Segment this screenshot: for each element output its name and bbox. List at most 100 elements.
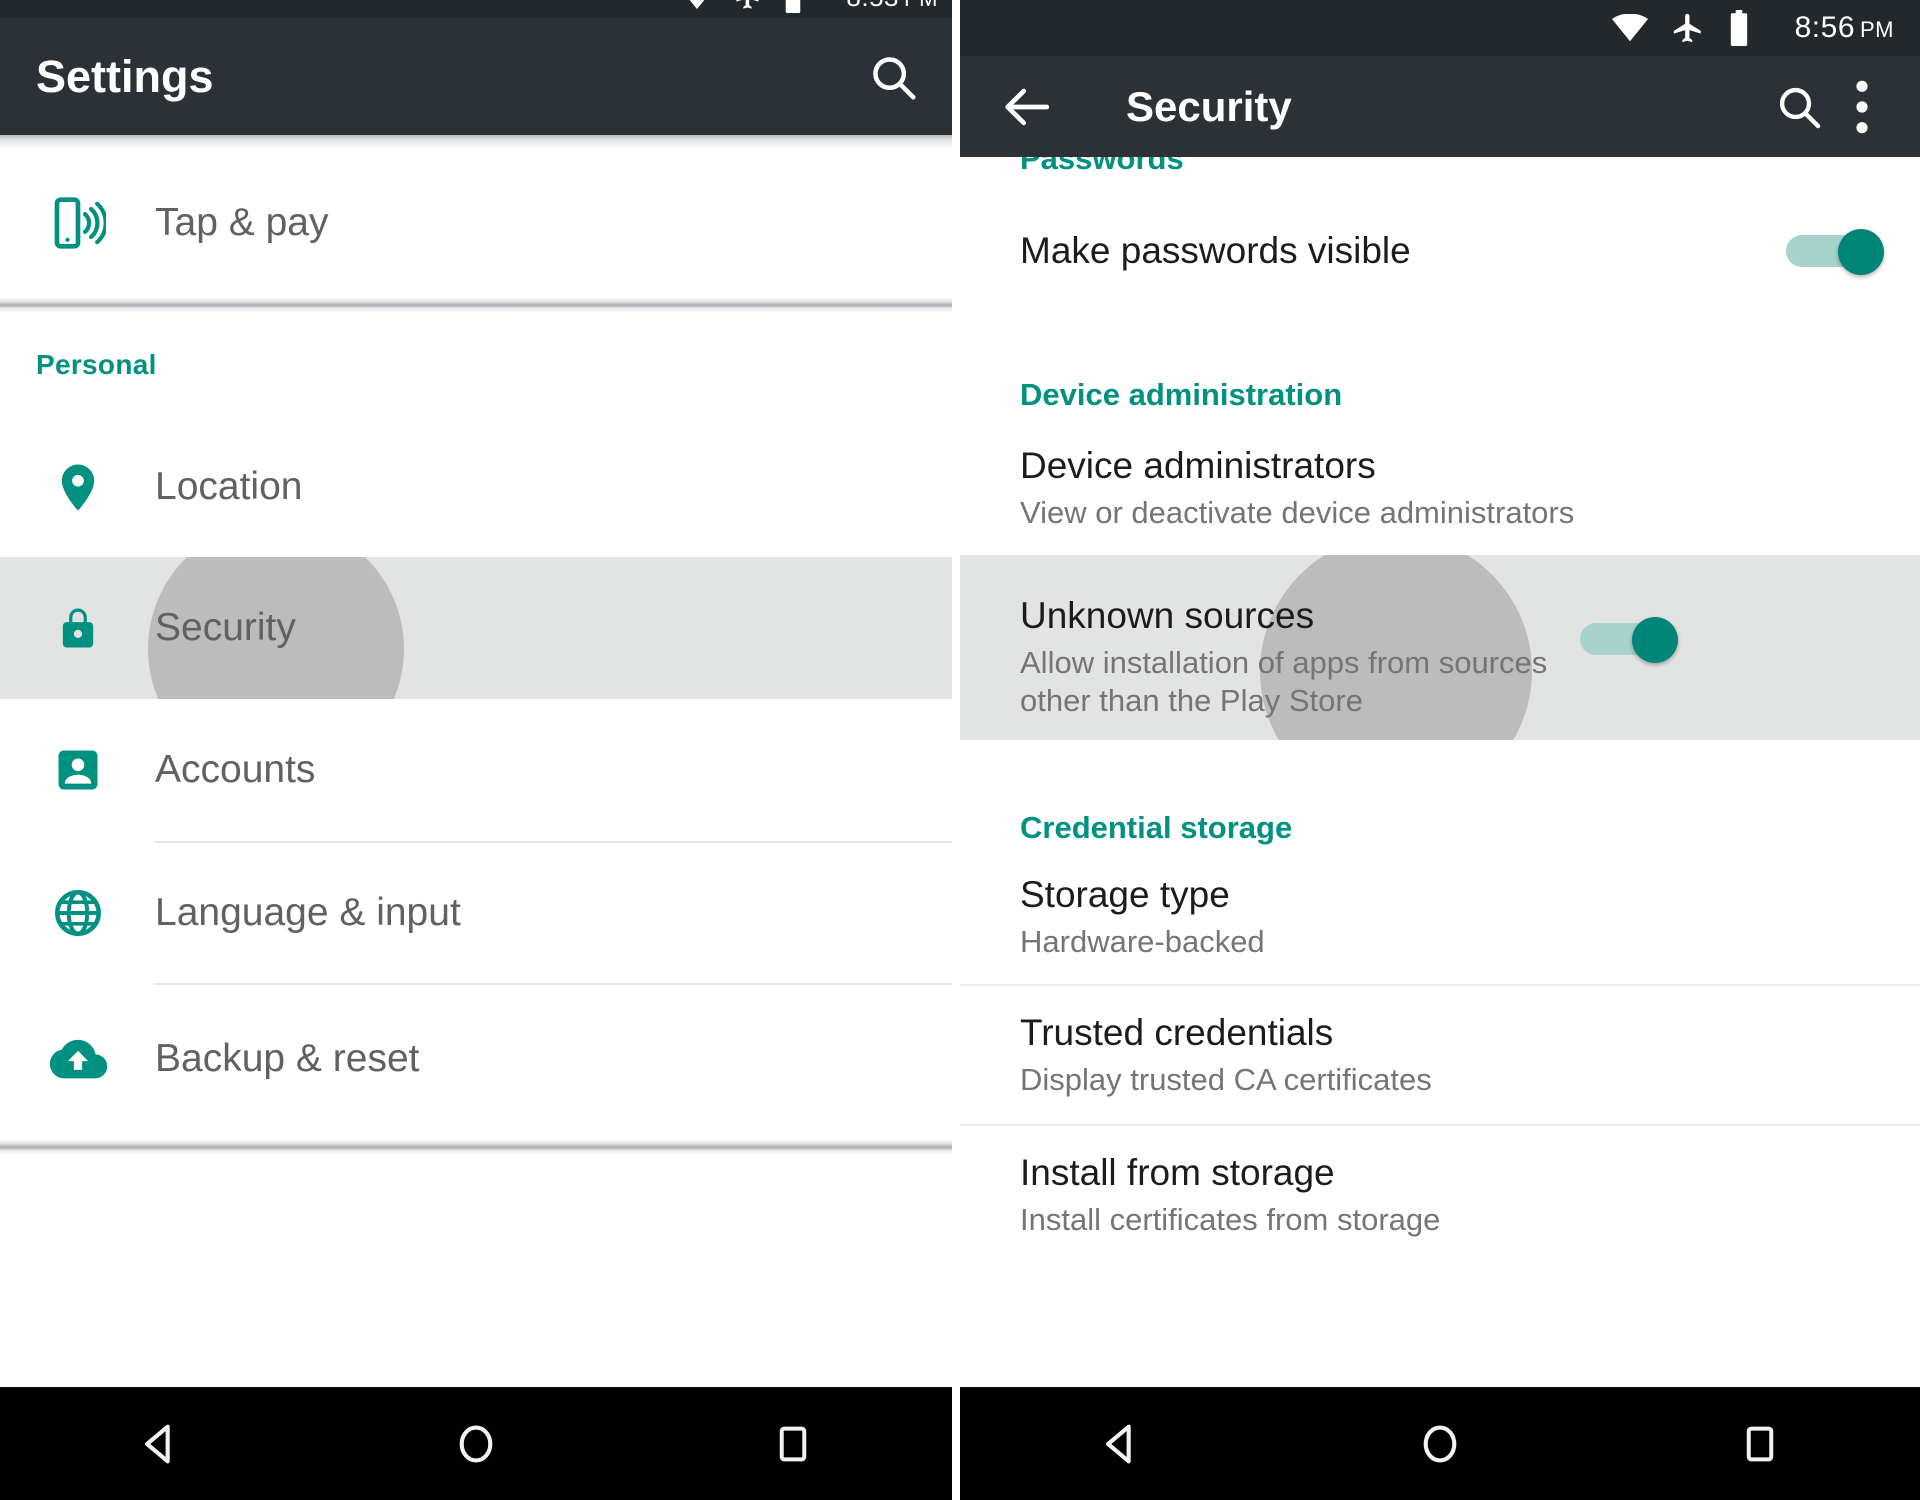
left-app-bar: Settings <box>0 18 952 135</box>
sidebar-item-label: Accounts <box>155 748 316 791</box>
recents-square-icon <box>768 1419 818 1469</box>
search-button[interactable] <box>1764 72 1834 142</box>
back-triangle-icon <box>1094 1418 1146 1470</box>
list-item-subtitle: Install certificates from storage <box>1020 1202 1441 1238</box>
list-item-texts: Trusted credentials Display trusted CA c… <box>1020 1012 1884 1099</box>
sidebar-item-label: Backup & reset <box>155 1037 420 1080</box>
make-passwords-visible-toggle[interactable] <box>1786 229 1884 275</box>
list-item-trusted-credentials[interactable]: Trusted credentials Display trusted CA c… <box>960 986 1920 1124</box>
left-scroll-shadow <box>0 135 952 149</box>
back-triangle-icon <box>133 1418 185 1470</box>
unknown-sources-toggle[interactable] <box>1580 617 1678 663</box>
right-app-bar: Security <box>960 56 1920 157</box>
overflow-menu-icon <box>1852 79 1872 135</box>
list-item-texts: Device administrators View or deactivate… <box>1020 445 1884 532</box>
nav-home-button[interactable] <box>401 1387 551 1500</box>
overflow-menu-button[interactable] <box>1834 72 1890 142</box>
list-item-title: Unknown sources <box>1020 595 1315 636</box>
sidebar-item-label: Language & input <box>155 891 461 934</box>
section-header-device-administration: Device administration <box>1020 377 1343 412</box>
sidebar-item-backup-and-reset[interactable]: Backup & reset <box>0 985 952 1133</box>
search-button[interactable] <box>858 42 928 112</box>
nav-home-button[interactable] <box>1365 1387 1515 1500</box>
wifi-icon <box>680 0 714 10</box>
list-item-subtitle: Display trusted CA certificates <box>1020 1062 1432 1098</box>
back-button[interactable] <box>990 72 1064 142</box>
cloud-upload-icon <box>0 1030 155 1088</box>
sidebar-item-accounts[interactable]: Accounts <box>0 699 952 841</box>
section-header-passwords-wrap: Passwords <box>960 157 1920 191</box>
dual-phone-screenshot: 8:53PM Settings <box>0 0 1920 1500</box>
nav-bar-top-edge <box>960 1387 1920 1389</box>
list-item-title: Device administrators <box>1020 445 1376 486</box>
left-settings-list: Tap & pay Personal Location Security Acc… <box>0 149 952 1155</box>
list-item-title: Storage type <box>1020 874 1230 915</box>
right-navigation-bar <box>960 1387 1920 1500</box>
right-status-time: 8:56 PM <box>1794 11 1894 44</box>
list-item-storage-type[interactable]: Storage type Hardware-backed <box>960 858 1920 984</box>
list-item-title: Make passwords visible <box>1020 230 1411 272</box>
right-status-icons: 8:56 PM <box>1611 10 1894 46</box>
airplane-mode-icon <box>1671 11 1705 45</box>
left-status-time: 8:53PM <box>846 0 938 13</box>
nav-bar-top-edge <box>0 1387 952 1389</box>
battery-icon <box>1727 10 1751 46</box>
list-item-title: Install from storage <box>1020 1152 1335 1193</box>
list-item-texts: Install from storage Install certificate… <box>1020 1152 1884 1239</box>
sidebar-item-label: Tap & pay <box>155 201 329 244</box>
list-block-divider-bottom <box>0 1139 952 1155</box>
account-person-icon <box>0 744 155 796</box>
search-icon <box>866 50 920 104</box>
sidebar-item-language-and-input[interactable]: Language & input <box>0 843 952 983</box>
nfc-tap-and-pay-icon <box>0 195 155 251</box>
back-arrow-icon <box>999 79 1055 135</box>
sidebar-item-label: Security <box>155 606 296 649</box>
list-item-title: Trusted credentials <box>1020 1012 1334 1053</box>
list-item-device-administrators[interactable]: Device administrators View or deactivate… <box>960 427 1920 555</box>
list-item-subtitle: Hardware-backed <box>1020 924 1265 960</box>
wifi-icon <box>1611 14 1649 42</box>
section-header-passwords: Passwords <box>1020 157 1184 176</box>
page-title: Settings <box>36 50 214 102</box>
list-item-texts: Unknown sources Allow installation of ap… <box>1020 595 1580 720</box>
left-status-bar: 8:53PM <box>0 0 952 18</box>
sidebar-item-location[interactable]: Location <box>0 417 952 557</box>
switch-thumb <box>1838 229 1884 275</box>
switch-thumb <box>1632 617 1678 663</box>
nav-recents-button[interactable] <box>1685 1387 1835 1500</box>
left-phone-panel: 8:53PM Settings <box>0 0 952 1500</box>
airplane-mode-icon <box>734 0 762 11</box>
right-phone-panel: 8:56 PM Security Passwords Make password… <box>960 0 1920 1500</box>
lock-icon <box>0 602 155 654</box>
home-circle-icon <box>1414 1418 1466 1470</box>
nav-back-button[interactable] <box>1045 1387 1195 1500</box>
right-security-list: Passwords Make passwords visible Device … <box>960 157 1920 1256</box>
location-pin-icon <box>0 460 155 514</box>
list-item-texts: Make passwords visible <box>1020 230 1786 271</box>
list-item-make-passwords-visible[interactable]: Make passwords visible <box>960 191 1920 311</box>
sidebar-item-security[interactable]: Security <box>0 557 952 699</box>
section-header-device-administration-wrap: Device administration <box>960 311 1920 427</box>
list-item-texts: Storage type Hardware-backed <box>1020 874 1884 961</box>
section-header-credential-storage-wrap: Credential storage <box>960 740 1920 858</box>
sidebar-item-tap-and-pay[interactable]: Tap & pay <box>0 149 952 297</box>
globe-icon <box>0 886 155 940</box>
left-navigation-bar <box>0 1387 952 1500</box>
right-status-bar: 8:56 PM <box>960 0 1920 56</box>
nav-back-button[interactable] <box>84 1387 234 1500</box>
left-status-icons: 8:53PM <box>680 0 938 13</box>
battery-icon <box>782 0 804 13</box>
list-item-unknown-sources[interactable]: Unknown sources Allow installation of ap… <box>960 555 1920 740</box>
recents-square-icon <box>1735 1419 1785 1469</box>
panel-gap <box>952 0 960 1500</box>
section-header-personal: Personal <box>36 349 157 380</box>
sidebar-item-label: Location <box>155 465 303 508</box>
list-item-install-from-storage[interactable]: Install from storage Install certificate… <box>960 1126 1920 1256</box>
section-header-credential-storage: Credential storage <box>1020 810 1293 845</box>
search-icon <box>1773 81 1825 133</box>
home-circle-icon <box>450 1418 502 1470</box>
section-header-personal-wrap: Personal <box>0 313 952 417</box>
list-block-divider <box>0 297 952 313</box>
page-title: Security <box>1126 82 1292 130</box>
nav-recents-button[interactable] <box>718 1387 868 1500</box>
